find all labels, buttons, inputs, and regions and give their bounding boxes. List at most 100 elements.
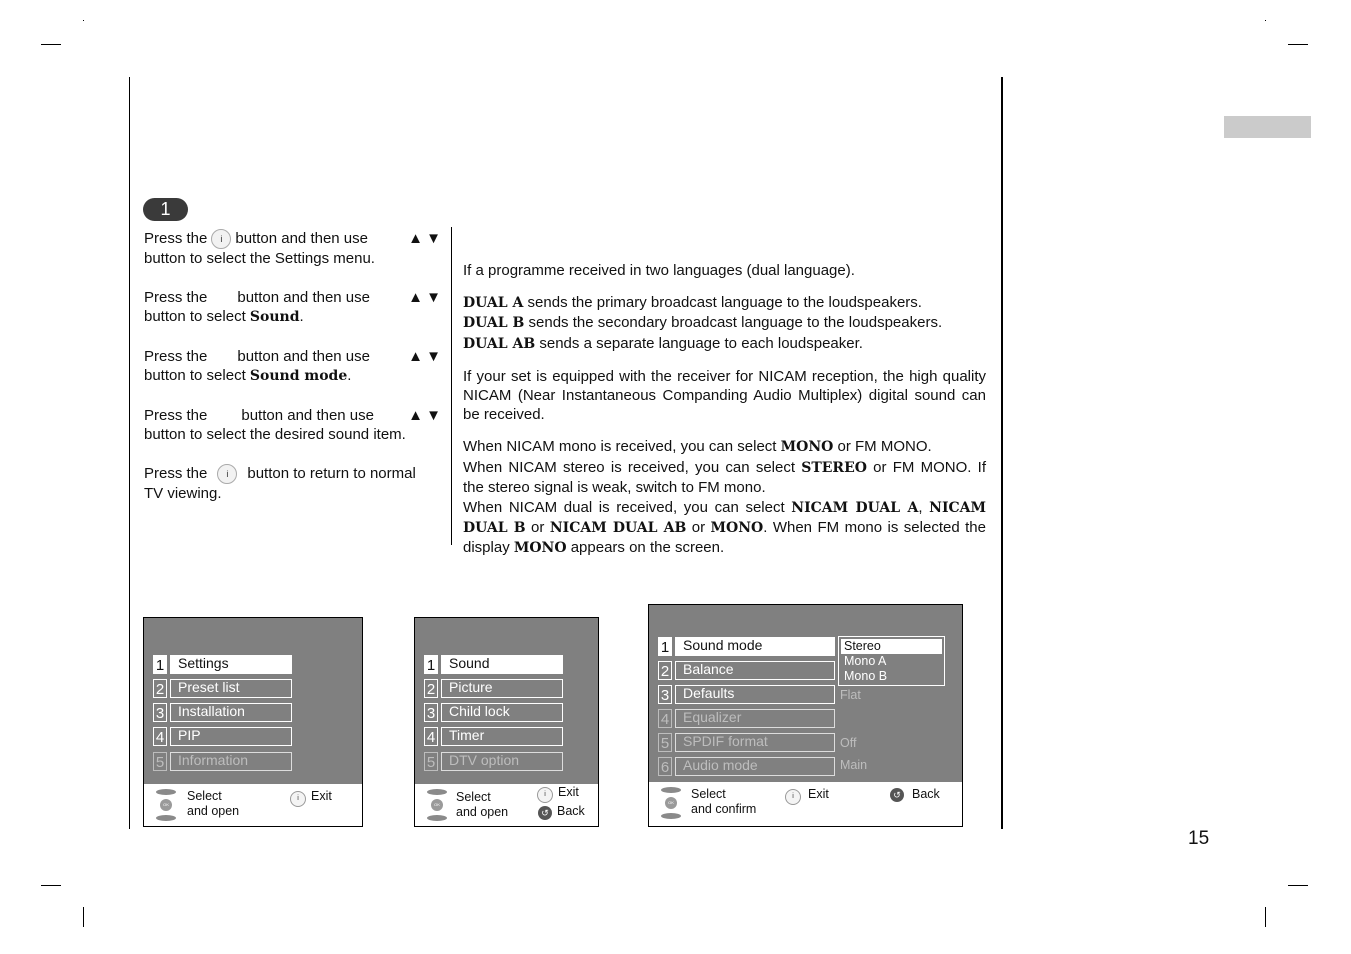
- remote-nav-icon: OK: [426, 789, 448, 821]
- menu-item-timer[interactable]: 4 Timer: [424, 727, 563, 746]
- keyword: DUAL A: [463, 294, 524, 311]
- step-text: button and then use: [237, 288, 370, 306]
- item-label: Child lock: [441, 703, 563, 722]
- section-tab: [1224, 116, 1311, 138]
- remote-nav-icon: OK: [660, 787, 682, 819]
- menu-item-child-lock[interactable]: 3 Child lock: [424, 703, 563, 722]
- back-icon: ↺: [890, 788, 904, 802]
- exit-hint: Exit: [311, 789, 332, 803]
- item-number: 2: [153, 679, 167, 698]
- dropdown-option-mono-b[interactable]: Mono B: [841, 669, 942, 684]
- step-5: Press the i button to return to normal TV …: [144, 463, 441, 504]
- step-text: button and then use: [241, 406, 374, 424]
- crop-mark: [1265, 907, 1266, 927]
- dropdown-option-mono-a[interactable]: Mono A: [841, 654, 942, 669]
- menu-item-information[interactable]: 5 Information: [153, 752, 292, 771]
- step-text: Press the: [144, 288, 208, 306]
- down-arrow-icon: ▼: [426, 406, 441, 424]
- keyword: MONO: [780, 439, 834, 456]
- keyword: MONO: [710, 519, 764, 536]
- text: or FM MONO.: [833, 438, 932, 456]
- text: When NICAM mono is received, you can sel…: [463, 438, 781, 456]
- menu-item-preset-list[interactable]: 2 Preset list: [153, 679, 292, 698]
- menu-item-installation[interactable]: 3 Installation: [153, 703, 292, 722]
- menu-item-sound[interactable]: 1 Sound: [424, 655, 563, 674]
- page-number: 15: [1188, 828, 1210, 849]
- item-number: 3: [424, 703, 438, 722]
- up-arrow-icon: ▲: [408, 230, 423, 247]
- item-label: SPDIF format: [675, 733, 835, 752]
- text: When NICAM dual is received, you can sel…: [463, 498, 792, 516]
- menu-item-sound-mode[interactable]: 1 Sound mode: [658, 637, 835, 656]
- keyword: NICAM DUAL AB: [549, 519, 687, 536]
- step-3: Press the button and then use ▲ ▼ button to…: [144, 347, 441, 387]
- item-number: 3: [153, 703, 167, 722]
- step-text: button to select: [144, 308, 250, 326]
- down-arrow-icon: ▼: [426, 230, 441, 247]
- menu-item-spdif-format[interactable]: 5 SPDIF format: [658, 733, 835, 752]
- back-hint: Back: [557, 804, 585, 818]
- text: appears on the screen.: [566, 539, 725, 557]
- step-text: Press the: [144, 230, 208, 247]
- osd-footer: OK Select and open i Exit: [144, 784, 362, 826]
- item-label: Sound: [441, 655, 563, 674]
- info-button-icon: i: [217, 463, 238, 484]
- crop-mark: [1288, 44, 1308, 45]
- text: or: [686, 518, 711, 536]
- step-text: .: [299, 308, 304, 326]
- defaults-value: Flat: [840, 688, 861, 702]
- keyword: DUAL AB: [463, 335, 536, 352]
- menu-item-dtv-option[interactable]: 5 DTV option: [424, 752, 563, 771]
- instruction-steps: Press the i button and then use ▲ ▼ button t…: [144, 229, 441, 522]
- step-keyword: Sound: [249, 309, 300, 326]
- dropdown-option-stereo[interactable]: Stereo: [841, 639, 942, 654]
- step-text: button to select the desired sound item.: [144, 426, 406, 444]
- crop-mark: [41, 44, 61, 45]
- item-label: Picture: [441, 679, 563, 698]
- item-number: 6: [658, 757, 672, 776]
- item-label: DTV option: [441, 752, 563, 771]
- menu-item-balance[interactable]: 2 Balance: [658, 661, 835, 680]
- osd-settings-menu: 1 Sound 2 Picture 3 Child lock 4 Timer 5…: [414, 617, 599, 827]
- keyword: NICAM DUAL A: [791, 499, 919, 516]
- item-number: 1: [153, 655, 167, 674]
- menu-item-pip[interactable]: 4 PIP: [153, 727, 292, 746]
- item-label: Sound mode: [675, 637, 835, 656]
- menu-item-audio-mode[interactable]: 6 Audio mode: [658, 757, 835, 776]
- item-label: Preset list: [170, 679, 292, 698]
- item-number: 5: [424, 752, 438, 771]
- item-label: PIP: [170, 727, 292, 746]
- step-keyword: Sound mode: [249, 368, 348, 385]
- item-label: Settings: [170, 655, 292, 674]
- registration-dot: [1265, 20, 1266, 21]
- item-label: Audio mode: [675, 757, 835, 776]
- item-label: Balance: [675, 661, 835, 680]
- menu-item-equalizer[interactable]: 4 Equalizer: [658, 709, 835, 728]
- menu-item-picture[interactable]: 2 Picture: [424, 679, 563, 698]
- step-text: button and then use: [235, 230, 368, 247]
- crop-mark: [41, 885, 61, 886]
- item-number: 1: [658, 637, 672, 656]
- step-text: Press the: [144, 406, 208, 424]
- item-label: Installation: [170, 703, 292, 722]
- down-arrow-icon: ▼: [426, 347, 441, 365]
- back-hint: Back: [912, 787, 940, 801]
- item-label: Defaults: [675, 685, 835, 704]
- menu-item-settings[interactable]: 1 Settings: [153, 655, 292, 674]
- up-arrow-icon: ▲: [408, 347, 423, 365]
- keyword: MONO: [513, 540, 567, 557]
- keyword: STEREO: [801, 459, 867, 476]
- audio-mode-value: Main: [840, 758, 868, 772]
- step-badge: 1: [143, 198, 188, 221]
- up-arrow-icon: ▲: [408, 288, 423, 306]
- crop-mark: [1288, 885, 1308, 886]
- sound-mode-dropdown[interactable]: Stereo Mono A Mono B: [838, 636, 945, 686]
- intro-paragraph: If a programme received in two languages…: [463, 262, 855, 279]
- remote-nav-icon: OK: [155, 789, 177, 821]
- item-number: 5: [658, 733, 672, 752]
- osd-footer: OK Select and open i Exit ↺ Back: [415, 784, 598, 826]
- menu-item-defaults[interactable]: 3 Defaults: [658, 685, 835, 704]
- info-icon: i: [290, 791, 306, 807]
- registration-dot: [83, 20, 84, 21]
- item-label: Equalizer: [675, 709, 835, 728]
